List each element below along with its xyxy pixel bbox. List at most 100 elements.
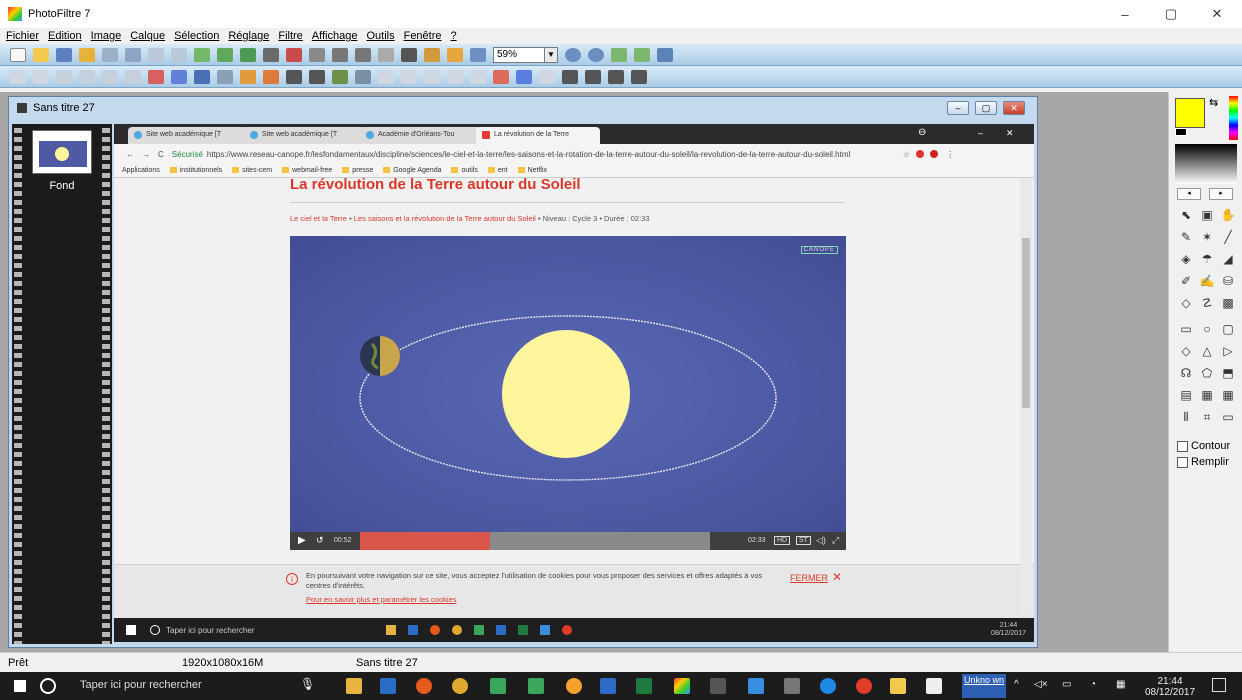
page-scrollbar[interactable] <box>1020 178 1032 614</box>
triangle-shape-icon[interactable]: △ <box>1198 342 1216 360</box>
sharpen-icon[interactable] <box>378 69 394 84</box>
menu-help[interactable]: ? <box>451 30 457 42</box>
lasso-shape-icon[interactable]: ☊ <box>1177 364 1195 382</box>
free-selection-icon[interactable]: ⌗ <box>1198 408 1216 426</box>
polygon-shape-icon[interactable]: ⬠ <box>1198 364 1216 382</box>
bookmark-ent[interactable]: ent <box>488 167 508 174</box>
paste-icon[interactable] <box>79 47 95 62</box>
relief-icon[interactable] <box>424 69 440 84</box>
screen-icon[interactable] <box>470 47 486 62</box>
doc-minimize-button[interactable]: – <box>947 101 969 115</box>
brightness-plus-icon[interactable] <box>10 69 26 84</box>
new-icon[interactable] <box>10 47 26 62</box>
grid-icon[interactable] <box>286 47 302 62</box>
word-icon[interactable] <box>600 678 616 694</box>
tray-chevron-icon[interactable]: ^ <box>1014 679 1019 690</box>
play-icon[interactable]: ▶ <box>298 535 306 546</box>
extension-icon[interactable] <box>916 150 925 158</box>
background-color-swatch[interactable] <box>1175 128 1187 136</box>
image-canvas[interactable]: Site web académique [T Site web académiq… <box>114 124 1034 642</box>
rotate-icon[interactable] <box>539 69 555 84</box>
breadcrumb-link-saisons[interactable]: Les saisons et la révolution de la Terre… <box>354 214 536 223</box>
cortana-icon[interactable] <box>40 678 56 694</box>
calendar-icon[interactable] <box>784 678 800 694</box>
back-icon[interactable]: ← <box>126 150 134 159</box>
foreground-color-swatch[interactable] <box>1175 98 1205 128</box>
file-explorer-icon[interactable] <box>346 678 362 694</box>
window-selection-icon[interactable]: ▭ <box>1219 408 1237 426</box>
saturation-minus-icon[interactable] <box>171 69 187 84</box>
maximize-button[interactable]: ▢ <box>1148 0 1194 28</box>
copy-icon[interactable] <box>194 47 210 62</box>
menu-affichage[interactable]: Affichage <box>312 30 358 42</box>
taskbar-clock[interactable]: 21:44 08/12/2017 <box>1144 676 1196 698</box>
minimize-button[interactable]: – <box>1102 0 1148 28</box>
browser-tab[interactable]: Académie d'Orléans-Tou <box>360 127 482 144</box>
frame-icon[interactable] <box>263 47 279 62</box>
menu-calque[interactable]: Calque <box>130 30 165 42</box>
saturation-plus-icon[interactable] <box>148 69 164 84</box>
opera-icon[interactable] <box>856 678 872 694</box>
scan-icon[interactable] <box>125 47 141 62</box>
photofiltre-taskbar-icon[interactable] <box>674 678 690 694</box>
rewind-icon[interactable]: ↺ <box>316 535 324 546</box>
advanced-brush-tool-icon[interactable]: ✍ <box>1198 272 1216 290</box>
menu-selection[interactable]: Sélection <box>174 30 219 42</box>
close-button[interactable]: ✕ <box>1194 0 1240 28</box>
unknown-device-button[interactable]: Unkno wn <box>962 674 1006 698</box>
firefox-icon[interactable] <box>416 678 432 694</box>
flip-horizontal-icon[interactable] <box>493 69 509 84</box>
auto-color-icon[interactable] <box>240 69 256 84</box>
clone-tool-icon[interactable]: ⛁ <box>1219 272 1237 290</box>
texture-icon[interactable] <box>286 69 302 84</box>
subtitles-icon[interactable]: ST <box>796 536 811 545</box>
browser-menu-icon[interactable]: ⋮ <box>946 150 954 159</box>
edge-icon[interactable] <box>820 678 836 694</box>
breadcrumb-link-ciel[interactable]: Le ciel et la Terre <box>290 214 347 223</box>
movie-maker-icon[interactable] <box>710 678 726 694</box>
pattern-icon[interactable] <box>332 69 348 84</box>
image-size-icon[interactable] <box>585 69 601 84</box>
volume-icon[interactable]: ◁) <box>816 535 826 546</box>
photos-icon[interactable] <box>926 678 942 694</box>
bookmark-institutionnels[interactable]: institutionnels <box>170 167 222 174</box>
bookmark-sites-cem[interactable]: sites-cem <box>232 167 272 174</box>
menu-fichier[interactable]: Fichier <box>6 30 39 42</box>
pipette-tool-icon[interactable]: ✎ <box>1177 228 1195 246</box>
blur-icon[interactable] <box>355 69 371 84</box>
full-image-icon[interactable]: ▤ <box>1177 386 1195 404</box>
bookmark-star-icon[interactable]: ☆ <box>903 150 910 159</box>
menu-fenetre[interactable]: Fenêtre <box>404 30 442 42</box>
flip-vertical-icon[interactable] <box>516 69 532 84</box>
canvas-size-icon[interactable] <box>562 69 578 84</box>
forward-icon[interactable]: → <box>142 150 150 159</box>
contrast-minus-icon[interactable] <box>79 69 95 84</box>
pointer-tool-icon[interactable]: ⬉ <box>1177 206 1195 224</box>
browser-tab-active[interactable]: La révolution de la Terre <box>476 127 600 144</box>
soften-icon[interactable] <box>401 69 417 84</box>
remplir-checkbox-box[interactable] <box>1177 456 1188 468</box>
redo-icon[interactable] <box>171 47 187 62</box>
ellipse-shape-icon[interactable]: ○ <box>1198 320 1216 338</box>
blue-app-icon[interactable] <box>748 678 764 694</box>
excel-icon[interactable] <box>636 678 652 694</box>
taskbar-search-text[interactable]: Taper ici pour rechercher <box>80 679 202 691</box>
contour-checkbox[interactable]: Contour <box>1177 440 1230 452</box>
export-icon[interactable] <box>631 69 647 84</box>
close-x-icon[interactable]: ✕ <box>832 570 842 584</box>
keyboard-tray-icon[interactable]: ▦ <box>1116 679 1125 690</box>
bookmark-presse[interactable]: presse <box>342 167 373 174</box>
swap-colors-icon[interactable]: ⇆ <box>1209 96 1218 109</box>
print-icon[interactable] <box>102 47 118 62</box>
menu-edition[interactable]: Edition <box>48 30 82 42</box>
line-tool-icon[interactable]: ╱ <box>1219 228 1237 246</box>
right-triangle-shape-icon[interactable]: ▷ <box>1219 342 1237 360</box>
transparency-icon[interactable] <box>309 47 325 62</box>
crop-icon[interactable] <box>378 47 394 62</box>
undo-icon[interactable] <box>148 47 164 62</box>
menu-filtre[interactable]: Filtre <box>278 30 302 42</box>
notes-app-icon[interactable] <box>528 678 544 694</box>
batch-icon[interactable] <box>608 69 624 84</box>
bookmark-apps[interactable]: Applications <box>122 167 160 174</box>
layer-thumbnail[interactable] <box>32 130 92 174</box>
